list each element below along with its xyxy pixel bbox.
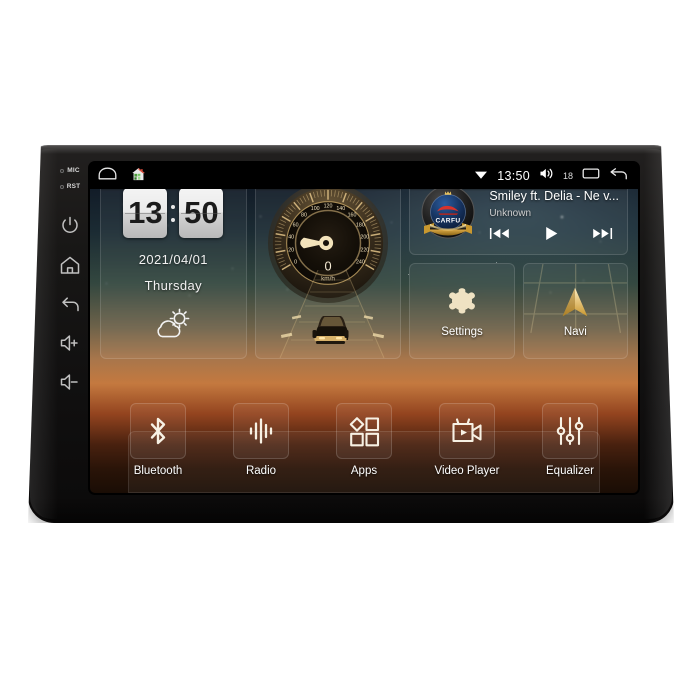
svg-text:220: 220 [360,247,369,253]
hardware-key-column: MIC RST [50,167,90,497]
play-icon[interactable] [531,225,572,242]
status-bar: 13:50 18 [90,163,638,189]
apps-grid-icon [336,403,392,459]
skip-next-icon[interactable] [572,226,619,241]
flip-clock: 13 50 [123,188,224,238]
track-artist: Unknown [489,207,532,219]
reset-hole-icon[interactable] [59,184,64,189]
dock-item-radio[interactable]: Radio [219,403,303,477]
dock-label-radio: Radio [245,465,277,477]
svg-text:60: 60 [293,222,299,228]
clock-hours: 13 [123,188,168,238]
shortcut-tile-row: Settings Navi [409,263,628,359]
svg-text:80: 80 [301,212,307,218]
svg-text:120: 120 [324,204,333,210]
dock-label-apps: Apps [350,465,378,477]
volume-level: 18 [562,171,573,181]
rounded-trapezoid-icon[interactable] [98,167,117,185]
settings-tile[interactable]: Settings [409,263,515,359]
dock-item-bluetooth[interactable]: Bluetooth [116,403,200,477]
radio-waveform-icon [233,403,289,459]
dock-label-equalizer: Equalizer [546,465,594,477]
dock-item-equalizer[interactable]: Equalizer [528,403,612,477]
volume-down-button[interactable] [58,370,82,394]
clock-minutes: 50 [179,188,224,238]
rst-label: RST [66,183,81,190]
clock-widget[interactable]: 13 50 2021/04/01 Thursday [100,173,247,359]
video-camera-icon [439,403,495,459]
home-button[interactable] [58,253,82,277]
svg-text:140: 140 [336,206,345,212]
dock-label-bluetooth: Bluetooth [133,465,183,477]
widget-row: 13 50 2021/04/01 Thursday 0 20 40 60 80 … [100,173,628,359]
touchscreen[interactable]: 13:50 18 13 50 2021/04/01 Thursday 0 20 … [90,163,638,493]
volume-icon[interactable] [539,167,554,185]
svg-text:200: 200 [360,234,369,240]
skip-previous-icon[interactable] [489,226,530,241]
wifi-icon [474,167,488,185]
equalizer-sliders-icon [542,403,598,459]
music-metadata: Smiley ft. Delia - Ne v... Unknown [489,187,619,242]
speedometer-widget[interactable]: 020406080100120140160180200220240 0 km/h [254,173,402,359]
clock-date: 2021/04/01 [138,252,208,267]
dock-item-apps[interactable]: Apps [322,403,406,477]
settings-label: Settings [441,326,483,338]
svg-text:180: 180 [356,222,365,228]
sun-behind-cloud-icon [150,306,196,340]
recent-apps-icon[interactable] [582,167,600,185]
back-button[interactable] [58,292,82,316]
dock-item-video-player[interactable]: Video Player [425,403,509,477]
svg-text:100: 100 [311,206,320,212]
car-on-road-icon [279,270,385,358]
svg-text:20: 20 [288,247,294,253]
bluetooth-icon [130,403,186,459]
car-head-unit-device: MIC RST 13:50 18 13 50 2021/04/01 Thursd… [28,145,674,523]
rst-label-group[interactable]: RST [59,183,81,190]
house-icon[interactable] [131,167,146,186]
mic-hole-icon [60,168,65,173]
power-button[interactable] [58,214,82,238]
mic-label: MIC [67,167,80,174]
svg-text:0: 0 [294,260,297,266]
track-title: Smiley ft. Delia - Ne v... [489,188,619,203]
mic-label-group: MIC [60,167,80,174]
home-screen: 13 50 2021/04/01 Thursday 0 20 40 60 80 … [90,163,638,493]
svg-text:40: 40 [288,234,294,240]
navi-tile[interactable]: Navi [522,263,628,359]
svg-text:240: 240 [356,260,365,266]
gear-icon [443,284,481,322]
back-arrow-icon[interactable] [609,167,628,186]
svg-text:160: 160 [348,212,357,218]
screenshot-root: MIC RST 13:50 18 13 50 2021/04/01 Thursd… [0,0,700,700]
clock-weekday: Thursday [144,278,203,293]
clock-colon-icon [170,204,176,222]
transport-controls [489,225,619,242]
volume-up-button[interactable] [58,331,82,355]
carfu-logo: CARFU [421,185,475,239]
app-dock: Bluetooth Radio Apps Video Player Equali… [100,403,628,493]
dock-label-video-player: Video Player [434,465,500,477]
carfu-wordmark: CARFU [436,218,461,225]
navigation-arrow-icon [556,284,594,322]
right-widget-column: CARFU Smiley ft. Delia - Ne v... Unknown [409,173,628,359]
status-clock: 13:50 [497,169,530,183]
